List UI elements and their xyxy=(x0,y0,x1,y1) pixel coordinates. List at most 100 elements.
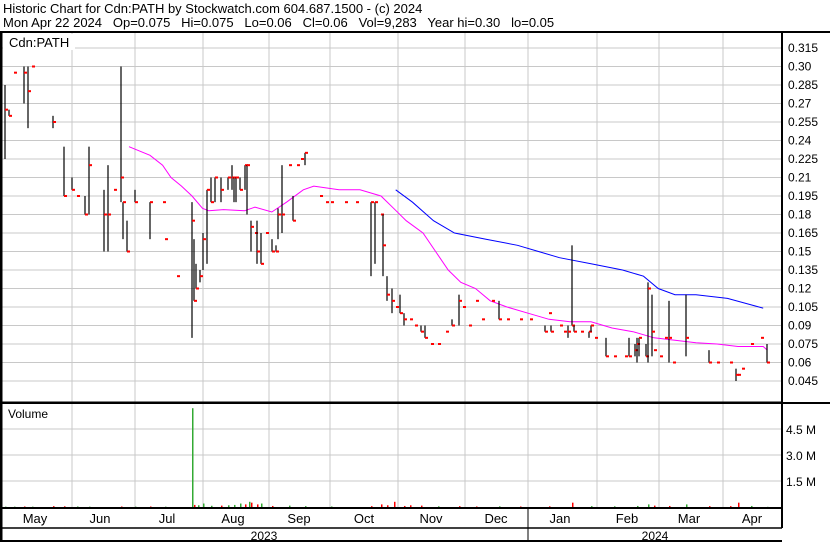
y-tick-label: 0.24 xyxy=(788,134,812,148)
y-tick-label: 0.06 xyxy=(788,356,812,370)
close-tick xyxy=(293,219,296,222)
close-tick xyxy=(28,90,31,93)
close-tick xyxy=(652,330,655,333)
close-tick xyxy=(387,293,390,296)
close-tick xyxy=(551,330,554,333)
close-tick xyxy=(669,336,672,339)
symbol-label: Cdn:PATH xyxy=(9,35,69,50)
close-tick xyxy=(560,324,563,327)
close-tick xyxy=(89,164,92,167)
close-tick xyxy=(345,201,348,204)
close-tick xyxy=(24,71,27,74)
close-tick xyxy=(53,121,56,123)
close-tick xyxy=(305,151,308,154)
close-tick xyxy=(200,275,203,278)
volume-bar xyxy=(730,506,732,508)
y-tick-label: 0.105 xyxy=(788,300,818,314)
close-tick xyxy=(591,324,594,327)
close-tick xyxy=(415,324,418,327)
y-tick-label: 0.21 xyxy=(788,171,812,185)
x-month-label: May xyxy=(23,511,48,526)
close-tick xyxy=(469,324,472,327)
y-tick-label: 0.15 xyxy=(788,245,812,259)
close-tick xyxy=(77,195,80,197)
close-tick xyxy=(738,373,741,376)
close-tick xyxy=(121,176,124,179)
x-month-label: Feb xyxy=(616,511,638,526)
y-tick-label: 0.135 xyxy=(788,263,818,277)
y-tick-label: 0.09 xyxy=(788,319,812,333)
close-tick xyxy=(438,343,441,345)
close-tick xyxy=(177,275,180,278)
close-tick xyxy=(9,114,12,117)
volume-tick-label: 4.5 M xyxy=(786,423,816,437)
volume-tick-label: 1.5 M xyxy=(786,475,816,489)
close-tick xyxy=(251,225,254,228)
close-tick xyxy=(114,188,117,191)
close-tick xyxy=(135,201,138,204)
close-tick xyxy=(482,318,485,321)
volume-bar xyxy=(371,506,373,508)
close-tick xyxy=(104,213,107,216)
close-tick xyxy=(194,299,197,302)
volume-bar xyxy=(240,503,242,507)
close-tick xyxy=(476,299,479,302)
close-tick xyxy=(14,71,17,74)
close-tick xyxy=(32,65,35,68)
y-tick-label: 0.255 xyxy=(788,115,818,129)
close-tick xyxy=(371,201,374,204)
close-tick xyxy=(192,219,195,222)
close-tick xyxy=(751,343,754,345)
x-year-label: 2023 xyxy=(251,529,278,543)
close-tick xyxy=(654,349,657,352)
close-tick xyxy=(425,336,428,339)
close-tick xyxy=(761,336,764,339)
x-month-label: Nov xyxy=(419,511,443,526)
volume-bar xyxy=(203,503,205,507)
volume-bar xyxy=(234,504,236,507)
volume-bar xyxy=(257,504,259,507)
close-tick xyxy=(72,188,75,191)
close-tick xyxy=(606,355,609,358)
volume-bar xyxy=(261,503,263,507)
y-tick-label: 0.165 xyxy=(788,226,818,240)
close-tick xyxy=(545,330,548,333)
x-year-label: 2024 xyxy=(642,529,669,543)
close-tick xyxy=(247,164,250,167)
close-tick xyxy=(507,318,510,321)
volume-bar xyxy=(272,505,274,507)
y-tick-label: 0.195 xyxy=(788,189,818,203)
volume-bar xyxy=(459,506,461,508)
volume-bar xyxy=(572,502,574,507)
close-tick xyxy=(581,330,584,333)
close-tick xyxy=(261,262,264,265)
close-tick xyxy=(530,318,533,321)
close-tick xyxy=(64,195,67,197)
close-tick xyxy=(203,238,206,241)
close-tick xyxy=(215,176,218,179)
volume-bar xyxy=(228,505,230,507)
volume-bar xyxy=(289,505,291,507)
x-month-label: Aug xyxy=(221,511,244,526)
close-tick xyxy=(446,330,449,333)
close-tick xyxy=(730,361,733,364)
close-tick xyxy=(278,213,281,216)
close-tick xyxy=(320,195,323,197)
close-tick xyxy=(499,318,502,321)
volume-bar xyxy=(421,505,423,507)
header-title: Historic Chart for Cdn:PATH by Stockwatc… xyxy=(3,1,422,16)
close-tick xyxy=(85,213,88,216)
close-tick xyxy=(266,232,269,234)
close-tick xyxy=(221,188,224,191)
close-tick xyxy=(639,336,642,339)
x-month-label: Jul xyxy=(159,511,176,526)
volume-bar xyxy=(686,504,688,507)
header-quote: Mon Apr 22 2024 Op=0.075 Hi=0.075 Lo=0.0… xyxy=(3,15,554,30)
background xyxy=(0,0,830,543)
close-tick xyxy=(392,299,395,302)
close-tick xyxy=(625,355,628,358)
y-tick-label: 0.225 xyxy=(788,152,818,166)
volume-bar xyxy=(381,504,383,507)
volume-bar xyxy=(198,505,200,507)
close-tick xyxy=(520,318,523,321)
